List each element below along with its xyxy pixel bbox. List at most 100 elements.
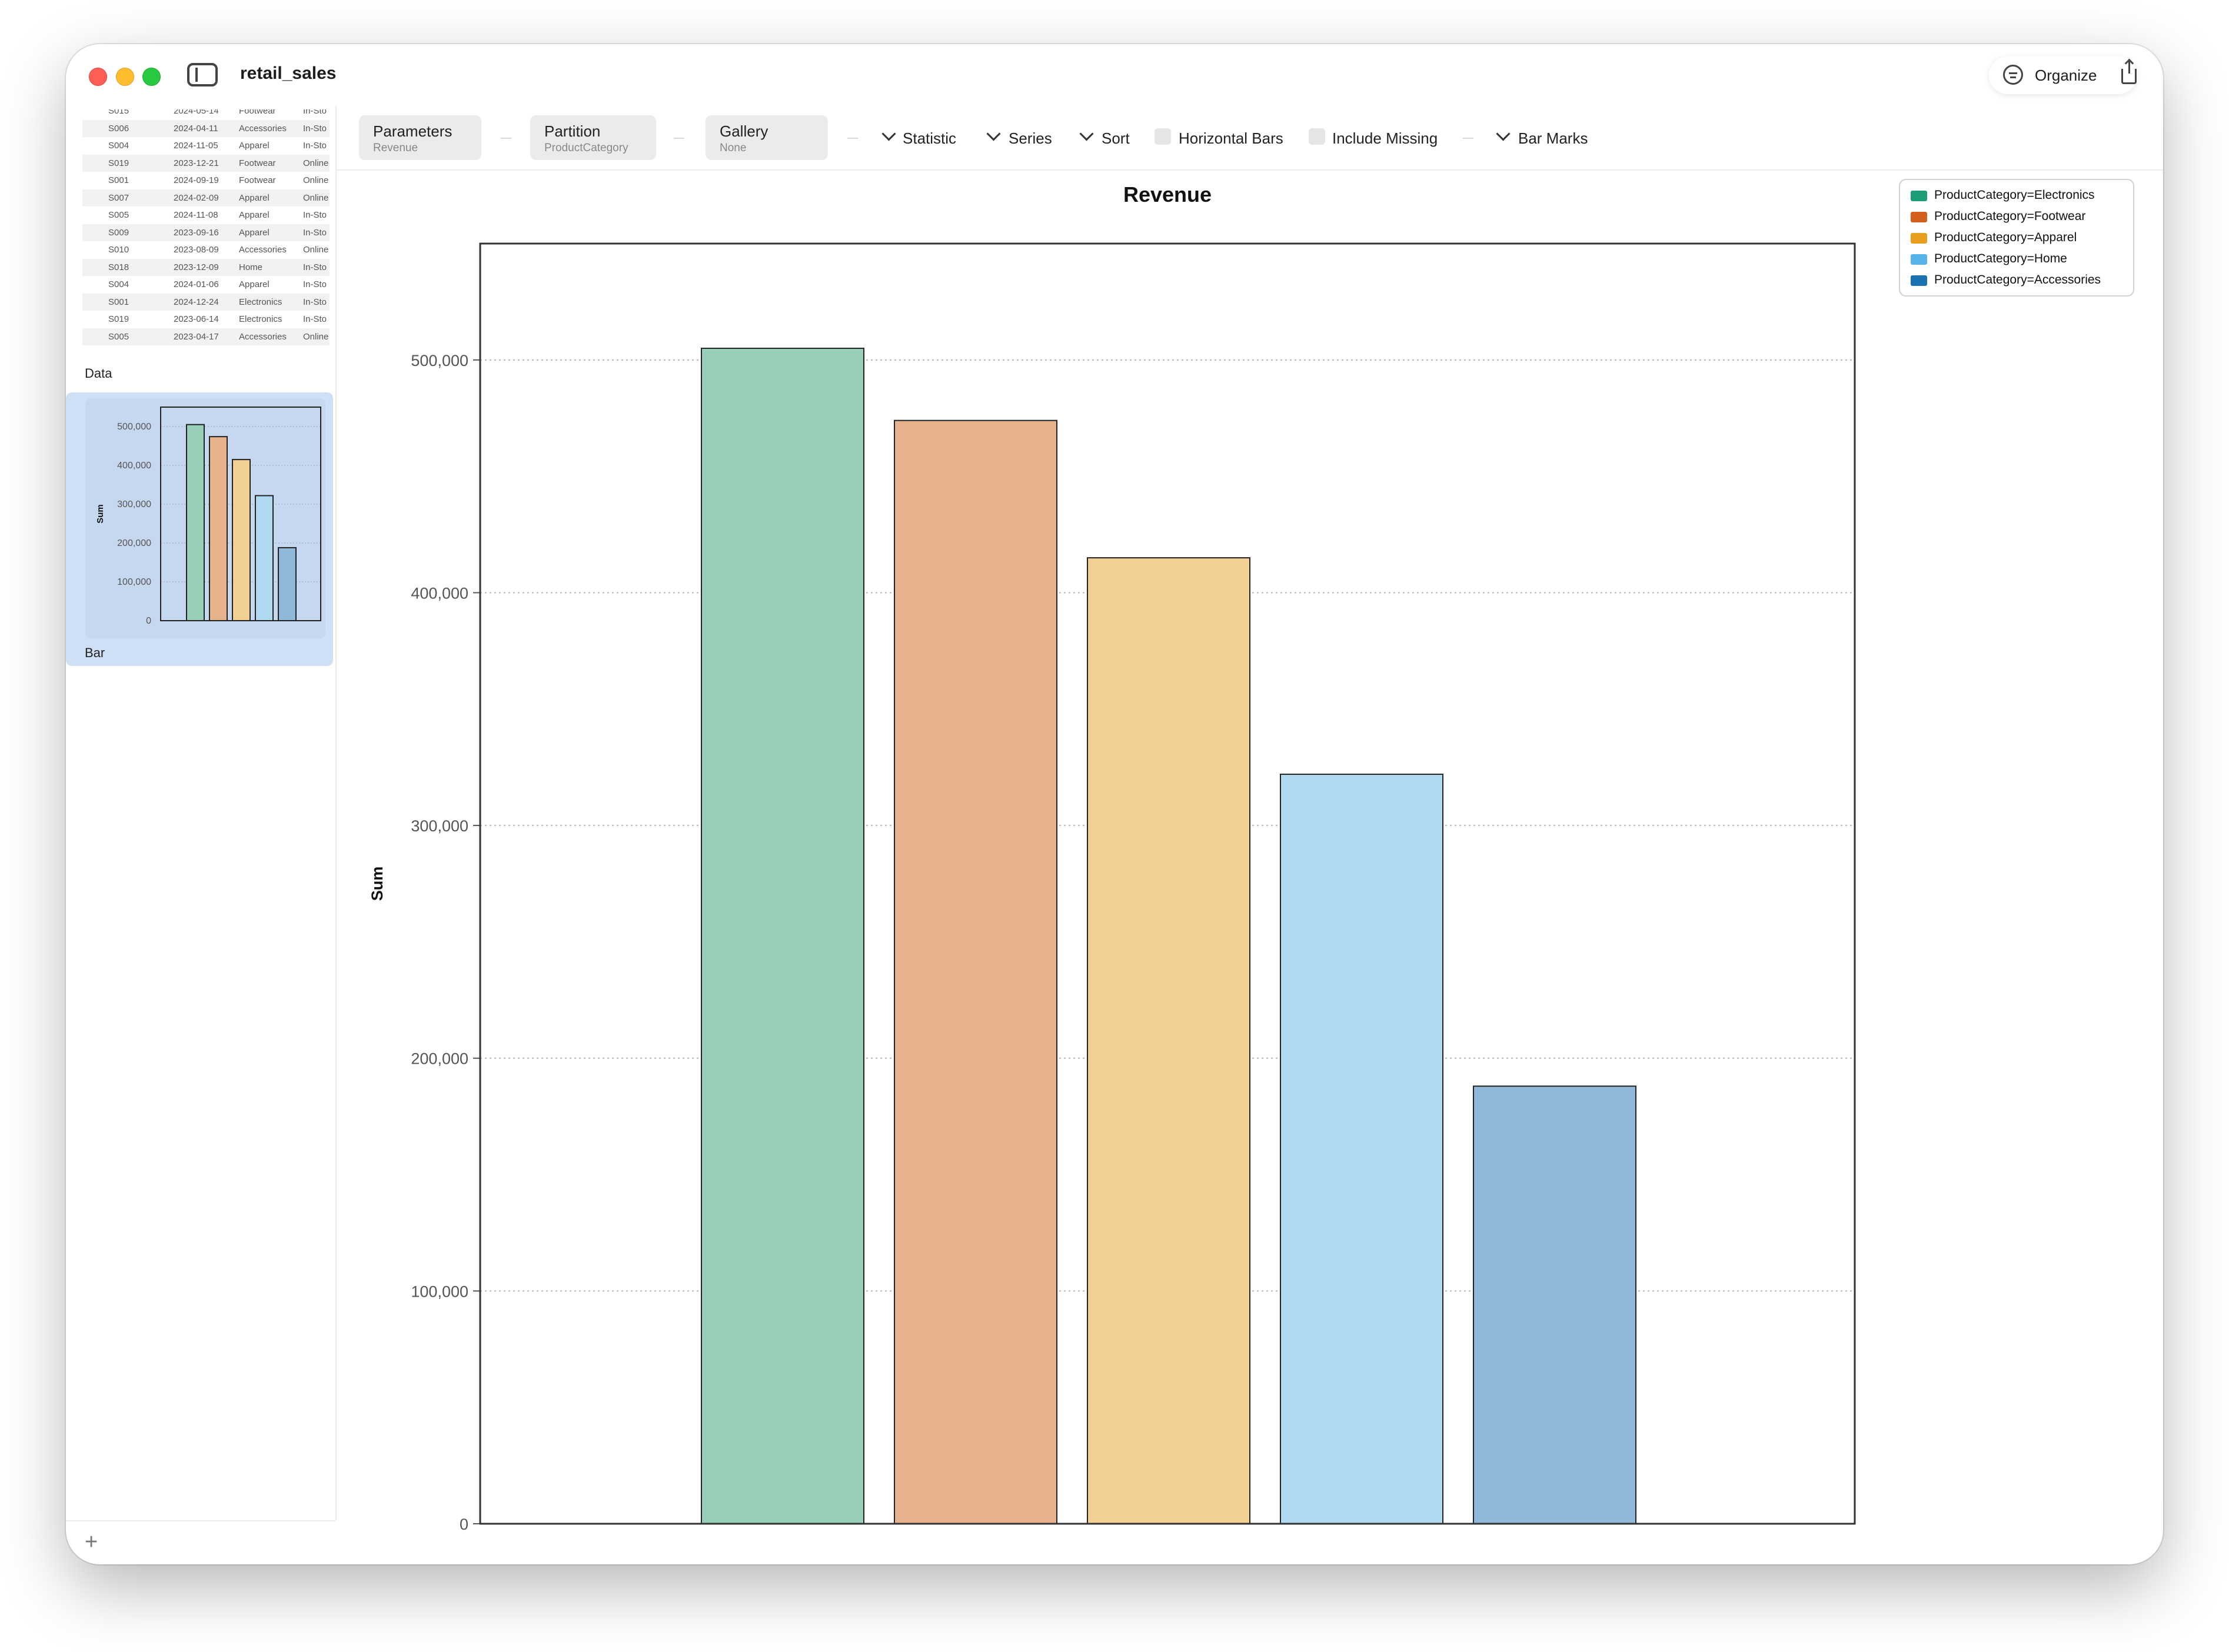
data-cell: Footwear [239,158,276,168]
data-cell: Electronics [239,314,282,324]
legend-label: ProductCategory=Apparel [1934,231,2077,244]
data-thumbnail[interactable]: S015 2024-05-14 Footwear In-Sto S006 2024-04-… [82,109,330,359]
data-cell: Electronics [239,297,282,307]
organize-icon[interactable] [2003,65,2023,85]
organize-label[interactable]: Organize [2035,66,2097,85]
legend-swatch [1911,275,1927,286]
y-axis-label: Sum [368,867,386,901]
statistic-menu[interactable]: Statistic [903,129,956,148]
thumb-y-tick-label: 0 [146,616,151,626]
data-cell: 2023-09-16 [174,227,219,238]
bar[interactable] [1473,1085,1636,1524]
y-tick-label: 400,000 [411,584,468,602]
legend-label: ProductCategory=Home [1934,252,2067,265]
data-cell: 2023-08-09 [174,245,219,255]
data-cell: Online [303,158,329,168]
data-cell: 2024-11-05 [174,141,218,151]
data-row: S010 2023-08-09 Accessories Online [82,241,330,258]
data-cell: Online [303,245,329,255]
include-missing-label[interactable]: Include Missing [1332,129,1438,148]
sidebar-toggle-icon[interactable] [187,63,218,86]
data-cell: In-Sto [303,210,327,220]
data-cell: 2024-11-08 [174,210,218,220]
partition-button[interactable]: Partition ProductCategory [530,115,656,160]
data-cell: In-Sto [303,109,327,116]
share-icon[interactable] [2121,59,2137,84]
partition-value: ProductCategory [544,142,628,154]
gallery-label: Gallery [720,122,768,140]
data-cell: Online [303,175,329,185]
zoom-window-button[interactable] [142,68,161,86]
data-cell: Footwear [239,109,276,116]
toolbar-separator [847,138,858,139]
data-cell: Online [303,331,329,342]
thumb-y-tick-label: 500,000 [117,422,151,432]
bar-thumbnail-label[interactable]: Bar [85,645,105,661]
sort-menu[interactable]: Sort [1102,129,1130,148]
thumb-y-tick-label: 100,000 [117,577,151,587]
y-tick-label: 300,000 [411,817,468,835]
legend-label: ProductCategory=Footwear [1934,209,2086,223]
bar[interactable] [894,419,1057,1525]
bar-thumbnail-chart[interactable]: 0 100,000 200,000 300,000 400,000 500,000 Sum [85,398,325,638]
data-row: S005 2024-11-08 Apparel In-Sto [82,206,330,224]
data-cell: 2024-12-24 [174,297,219,307]
include-missing-checkbox[interactable] [1309,128,1325,145]
data-cell: Apparel [239,141,270,151]
thumb-bar [186,424,205,621]
data-cell: S010 [108,245,129,255]
data-row: S005 2023-04-17 Accessories Online [82,328,330,345]
data-row: S001 2024-12-24 Electronics In-Sto [82,293,330,311]
thumb-bar [232,459,251,621]
legend-swatch [1911,212,1927,222]
y-tick-label: 100,000 [411,1283,468,1300]
thumb-y-tick-label: 300,000 [117,499,151,509]
legend-swatch [1911,233,1927,244]
data-cell: In-Sto [303,314,327,324]
data-cell: In-Sto [303,297,327,307]
y-tick-label: 0 [460,1516,468,1533]
legend-label: ProductCategory=Accessories [1934,273,2101,287]
data-cell: Apparel [239,210,270,220]
data-cell: Accessories [239,331,287,342]
gallery-button[interactable]: Gallery None [706,115,828,160]
thumb-bar [209,436,228,621]
data-cell: 2023-12-21 [174,158,219,168]
bar-marks-menu[interactable]: Bar Marks [1518,129,1588,148]
data-cell: 2023-12-09 [174,262,219,272]
close-window-button[interactable] [89,68,107,86]
data-cell: 2024-09-19 [174,175,219,185]
sidebar-footer-divider [66,1520,335,1521]
horizontal-bars-checkbox[interactable] [1155,128,1171,145]
data-cell: S019 [108,314,129,324]
data-cell: Home [239,262,263,272]
bar[interactable] [1087,557,1250,1524]
add-sheet-button[interactable]: + [85,1530,98,1555]
data-cell: S001 [108,297,129,307]
horizontal-bars-label[interactable]: Horizontal Bars [1179,129,1283,148]
data-thumbnail-label[interactable]: Data [85,366,112,381]
data-cell: In-Sto [303,227,327,238]
toolbar-separator [674,138,684,139]
data-cell: S004 [108,279,129,289]
toolbar-separator [1463,138,1473,139]
parameters-button[interactable]: Parameters Revenue [359,115,481,160]
bar[interactable] [1280,774,1443,1524]
data-cell: Apparel [239,279,270,289]
bar[interactable] [701,348,864,1524]
partition-label: Partition [544,122,601,140]
legend-swatch [1911,191,1927,201]
data-row: S006 2024-04-11 Accessories In-Sto [82,119,330,137]
data-row: S004 2024-11-05 Apparel In-Sto [82,137,330,154]
data-row: S001 2024-09-19 Footwear Online [82,172,330,189]
thumb-bar [278,547,297,621]
window-title: retail_sales [240,64,337,83]
data-cell: In-Sto [303,279,327,289]
data-cell: 2024-04-11 [174,123,218,134]
series-menu[interactable]: Series [1009,129,1052,148]
data-cell: Accessories [239,123,287,134]
revenue-bar-chart[interactable]: Revenue 0 100,000 200,000 300,000 400,000 500,… [337,171,2149,1559]
data-cell: S019 [108,158,129,168]
minimize-window-button[interactable] [116,68,134,86]
thumb-bar [255,495,274,621]
